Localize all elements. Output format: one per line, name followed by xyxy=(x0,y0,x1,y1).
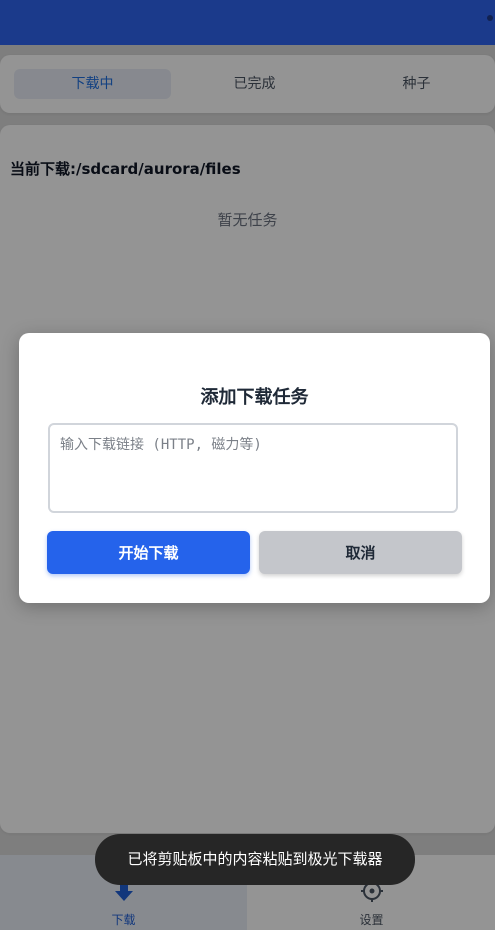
start-download-button[interactable]: 开始下载 xyxy=(47,531,250,574)
add-download-dialog: 添加下载任务 开始下载 取消 xyxy=(19,333,490,603)
download-url-input[interactable] xyxy=(48,423,458,513)
cancel-button[interactable]: 取消 xyxy=(259,531,462,574)
dialog-title: 添加下载任务 xyxy=(200,387,309,408)
clipboard-toast: 已将剪贴板中的内容粘贴到极光下载器 xyxy=(95,834,415,885)
